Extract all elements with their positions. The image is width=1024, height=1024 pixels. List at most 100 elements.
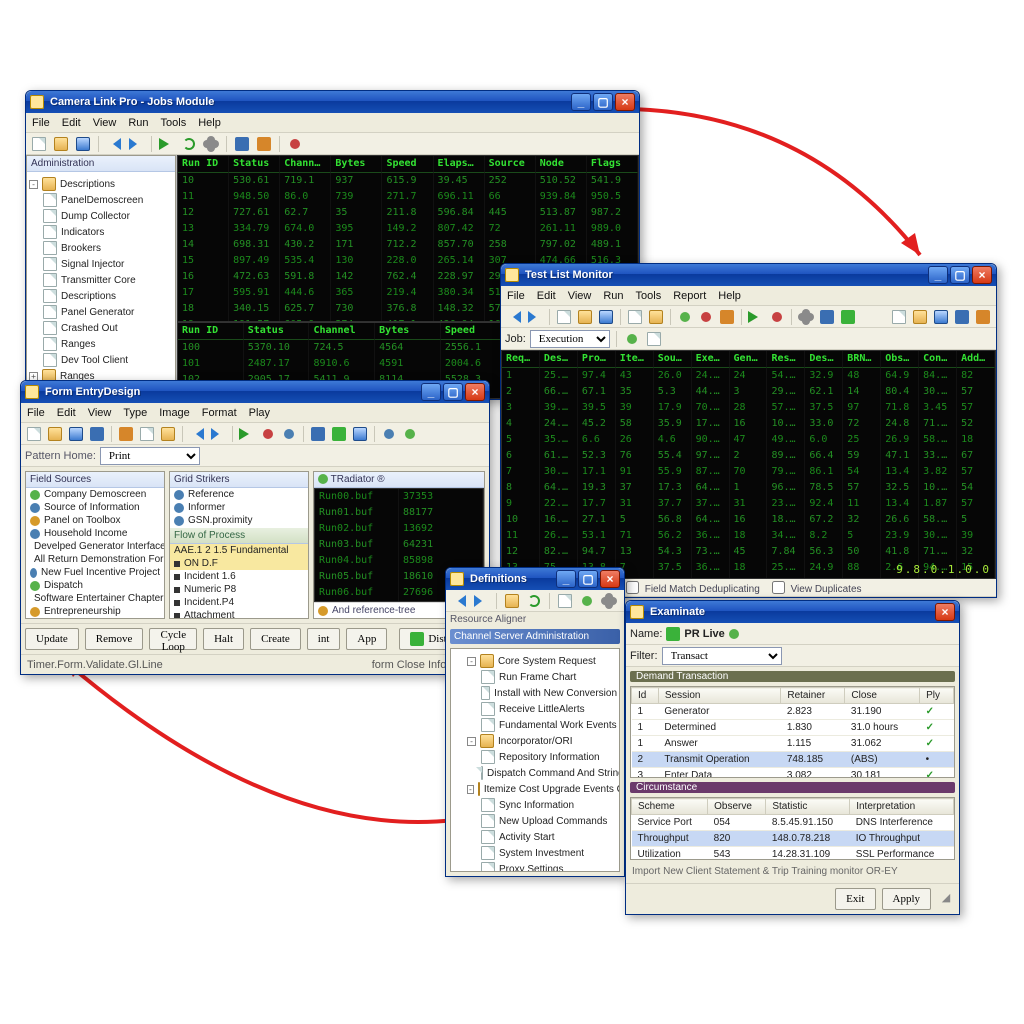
- create-button[interactable]: Create: [250, 628, 301, 650]
- footer-checkbox-2[interactable]: Field Match Deduplicating: [622, 578, 760, 597]
- toolbar-refresh-icon[interactable]: [525, 592, 543, 610]
- toolbar-grid-icon[interactable]: [330, 425, 348, 443]
- cycle-button[interactable]: Cycle Loop: [149, 628, 197, 650]
- menu-play[interactable]: Play: [249, 407, 270, 419]
- toolbar-zoomin-icon[interactable]: [401, 425, 419, 443]
- filter-apply-icon[interactable]: [623, 330, 641, 348]
- nav-fwd-icon[interactable]: [472, 592, 490, 610]
- toolbar-settings-icon[interactable]: [202, 135, 220, 153]
- app-button[interactable]: App: [346, 628, 387, 650]
- minimize-button[interactable]: _: [571, 93, 591, 111]
- close-button[interactable]: ×: [615, 93, 635, 111]
- close-button[interactable]: ×: [935, 603, 955, 621]
- toolbar-new-icon[interactable]: [30, 135, 48, 153]
- toolbar-home-icon[interactable]: [503, 592, 521, 610]
- toolbar-help-icon[interactable]: [974, 308, 992, 326]
- maximize-button[interactable]: ▢: [443, 383, 463, 401]
- titlebar[interactable]: Examinate ×: [626, 601, 959, 623]
- maximize-button[interactable]: ▢: [950, 266, 970, 284]
- resize-grip-icon[interactable]: ◢: [937, 888, 955, 906]
- minimize-button[interactable]: _: [556, 570, 576, 588]
- maximize-button[interactable]: ▢: [593, 93, 613, 111]
- toolbar-run-icon[interactable]: [747, 308, 765, 326]
- flow-row-selected[interactable]: AAE.1 2 1.5 Fundamental: [170, 544, 308, 557]
- toolbar-undo-icon[interactable]: [188, 425, 206, 443]
- menu-help[interactable]: Help: [198, 117, 221, 129]
- toolbar-new-icon[interactable]: [25, 425, 43, 443]
- menu-run[interactable]: Run: [603, 290, 623, 302]
- toolbar-chart-icon[interactable]: [255, 135, 273, 153]
- toolbar-paste-icon[interactable]: [647, 308, 665, 326]
- toolbar-db-icon[interactable]: [351, 425, 369, 443]
- refresh-dot-icon[interactable]: [729, 629, 739, 639]
- field-sources-list[interactable]: Company DemoscreenSource of InformationP…: [26, 488, 164, 618]
- menu-help[interactable]: Help: [718, 290, 741, 302]
- minimize-button[interactable]: _: [421, 383, 441, 401]
- nav-fwd-icon[interactable]: [526, 308, 544, 326]
- toolbar-align-icon[interactable]: [309, 425, 327, 443]
- toolbar-zoomout-icon[interactable]: [380, 425, 398, 443]
- menu-tools[interactable]: Tools: [636, 290, 662, 302]
- titlebar[interactable]: Definitions _ ▢ ×: [446, 568, 624, 590]
- monitor-grid[interactable]: 9.8.0.1.0.0 Requested NameDescriptionPro…: [501, 350, 996, 579]
- update-button[interactable]: Update: [25, 628, 79, 650]
- toolbar-view2-icon[interactable]: [911, 308, 929, 326]
- toolbar-list-icon[interactable]: [556, 592, 574, 610]
- toolbar-paste-icon[interactable]: [159, 425, 177, 443]
- toolbar-pause-icon[interactable]: [280, 425, 298, 443]
- toolbar-copy-icon[interactable]: [626, 308, 644, 326]
- toolbar-save-icon[interactable]: [67, 425, 85, 443]
- nav-back-icon[interactable]: [505, 308, 523, 326]
- toolbar-print-icon[interactable]: [88, 425, 106, 443]
- titlebar[interactable]: Form EntryDesign _ ▢ ×: [21, 381, 489, 403]
- toolbar-cut-icon[interactable]: [117, 425, 135, 443]
- toolbar-sort-icon[interactable]: [818, 308, 836, 326]
- toolbar-open-icon[interactable]: [576, 308, 594, 326]
- toolbar-view3-icon[interactable]: [932, 308, 950, 326]
- menu-view[interactable]: View: [568, 290, 592, 302]
- nav-back-icon[interactable]: [450, 592, 468, 610]
- toolbar-refresh-icon[interactable]: [180, 135, 198, 153]
- menu-edit[interactable]: Edit: [57, 407, 76, 419]
- titlebar[interactable]: Test List Monitor _ ▢ ×: [501, 264, 996, 286]
- toolbar-save-icon[interactable]: [74, 135, 92, 153]
- toolbar-open-icon[interactable]: [52, 135, 70, 153]
- toolbar-stop-icon[interactable]: [768, 308, 786, 326]
- apply-button[interactable]: Apply: [882, 888, 932, 910]
- grid-strikers-list[interactable]: ReferenceInformerGSN.proximity: [170, 488, 308, 528]
- minimize-button[interactable]: _: [928, 266, 948, 284]
- toolbar-redo-icon[interactable]: [209, 425, 227, 443]
- toolbar-view1-icon[interactable]: [890, 308, 908, 326]
- toolbar-add-icon[interactable]: [578, 592, 596, 610]
- exit-button[interactable]: Exit: [835, 888, 875, 910]
- int-button[interactable]: int: [307, 628, 341, 650]
- close-button[interactable]: ×: [465, 383, 485, 401]
- menu-edit[interactable]: Edit: [537, 290, 556, 302]
- toolbar-open-icon[interactable]: [46, 425, 64, 443]
- name-dropdown[interactable]: Print: [100, 447, 200, 465]
- toolbar-target-icon[interactable]: [286, 135, 304, 153]
- demand-table[interactable]: IdSessionRetainerClosePly1Generator2.823…: [631, 687, 954, 778]
- toolbar-fwd-icon[interactable]: [127, 135, 145, 153]
- filter-dropdown[interactable]: Transact: [662, 647, 782, 665]
- menu-view[interactable]: View: [93, 117, 117, 129]
- toolbar-export-icon[interactable]: [839, 308, 857, 326]
- definitions-bar[interactable]: Channel Server Administration: [450, 629, 620, 644]
- menu-format[interactable]: Format: [202, 407, 237, 419]
- toolbar-config-icon[interactable]: [797, 308, 815, 326]
- menu-file[interactable]: File: [32, 117, 50, 129]
- project-tree[interactable]: -DescriptionsPanelDemoscreenDump Collect…: [27, 172, 175, 398]
- circumstance-table[interactable]: SchemeObserveStatisticInterpretationServ…: [631, 798, 954, 860]
- maximize-button[interactable]: ▢: [578, 570, 598, 588]
- menu-file[interactable]: File: [507, 290, 525, 302]
- toolbar-run-icon[interactable]: [238, 425, 256, 443]
- menu-edit[interactable]: Edit: [62, 117, 81, 129]
- menu-file[interactable]: File: [27, 407, 45, 419]
- titlebar[interactable]: Camera Link Pro - Jobs Module _ ▢ ×: [26, 91, 639, 113]
- toolbar-edit-icon[interactable]: [718, 308, 736, 326]
- close-button[interactable]: ×: [972, 266, 992, 284]
- footer-checkbox-3[interactable]: View Duplicates: [768, 578, 862, 597]
- toolbar-copy-icon[interactable]: [138, 425, 156, 443]
- toolbar-grid-icon[interactable]: [233, 135, 251, 153]
- toolbar-record-icon[interactable]: [259, 425, 277, 443]
